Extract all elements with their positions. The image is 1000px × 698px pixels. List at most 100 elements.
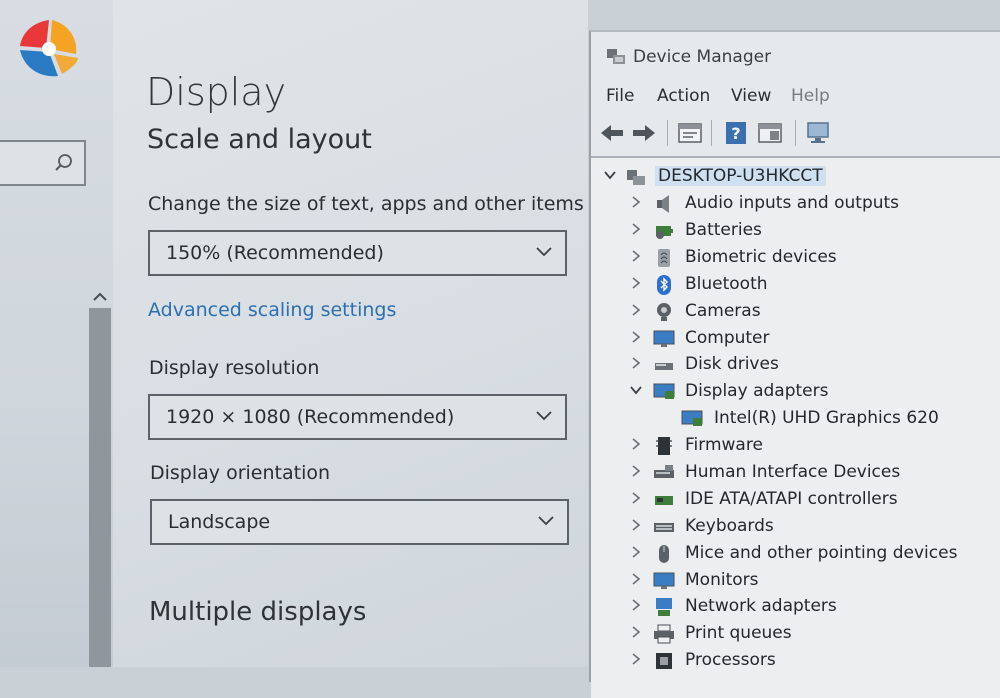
tree-root[interactable]: DESKTOP-U3HKCCT [601,164,826,190]
tree-category-item[interactable]: IDE ATA/ATAPI controllers [601,487,1000,513]
device-manager-title: Device Manager [633,47,772,67]
tree-category-item[interactable]: Network adapters [601,594,1000,620]
search-icon[interactable] [54,153,74,173]
device-manager-window: Device Manager File Action View Help ? D… [589,30,1000,698]
firmware-icon [656,437,672,455]
disk-drive-icon [655,363,673,370]
scale-dropdown-value: 150% (Recommended) [166,242,384,264]
expand-chevron-icon[interactable] [629,545,643,559]
expand-chevron-icon[interactable] [629,330,643,344]
processor-icon [656,653,672,669]
expand-chevron-icon[interactable] [629,518,643,532]
expand-chevron-icon[interactable] [629,652,643,666]
tree-category-item[interactable]: Firmware [601,433,1000,459]
camera-icon [657,303,671,321]
expand-chevron-icon[interactable] [629,572,643,586]
view-icon[interactable] [757,121,783,145]
menu-view[interactable]: View [731,86,771,106]
forward-arrow-icon[interactable] [631,121,657,145]
tree-item-label: IDE ATA/ATAPI controllers [685,489,898,509]
expand-chevron-icon[interactable] [629,598,643,612]
tree-category-item[interactable]: Audio inputs and outputs [601,191,1000,217]
tree-item-label: Disk drives [685,354,779,374]
chevron-down-icon [536,247,552,257]
tree-item-label: Monitors [685,570,759,590]
collapse-chevron-icon[interactable] [629,383,643,397]
device-manager-titlebar[interactable]: Device Manager [591,32,1000,80]
tree-category-item[interactable]: Print queues [601,621,1000,647]
expand-chevron-icon[interactable] [629,276,643,290]
mouse-icon [659,545,669,563]
battery-icon [656,226,673,239]
section-title-scale-layout: Scale and layout [147,124,372,155]
expand-chevron-icon[interactable] [603,168,617,182]
back-arrow-icon[interactable] [599,121,625,145]
tree-item-label: Keyboards [685,516,774,536]
orientation-label: Display orientation [150,462,331,484]
multiple-displays-heading: Multiple displays [149,597,367,627]
tree-category-item[interactable]: Biometric devices [601,245,1000,271]
expand-chevron-icon[interactable] [629,625,643,639]
display-adapter-icon [681,410,703,426]
monitor-scan-icon[interactable] [805,121,831,145]
menu-file[interactable]: File [606,86,634,106]
properties-icon[interactable] [677,121,703,145]
expand-chevron-icon[interactable] [629,303,643,317]
tree-item-label: Firmware [685,435,763,455]
orientation-dropdown[interactable]: Landscape [150,499,569,545]
tree-device-item[interactable]: Intel(R) UHD Graphics 620 [601,406,1000,432]
settings-search-box[interactable] [0,140,86,186]
menu-help[interactable]: Help [791,86,830,106]
expand-chevron-icon[interactable] [629,249,643,263]
ide-controller-icon [655,496,673,505]
tree-item-label: Cameras [685,301,761,321]
tree-item-label: Mice and other pointing devices [685,543,958,563]
tree-category-item[interactable]: Batteries [601,218,1000,244]
resolution-dropdown[interactable]: 1920 × 1080 (Recommended) [148,394,567,440]
tree-item-label: Batteries [685,220,762,240]
scale-label: Change the size of text, apps and other … [148,193,584,215]
expand-chevron-icon[interactable] [629,437,643,451]
tree-category-item[interactable]: Cameras [601,299,1000,325]
tree-item-label: Computer [685,328,770,348]
expand-chevron-icon[interactable] [629,356,643,370]
tree-category-item[interactable]: Processors [601,648,1000,674]
menu-action[interactable]: Action [657,86,710,106]
tree-category-item[interactable]: Keyboards [601,514,1000,540]
tree-category-item[interactable]: Human Interface Devices [601,460,1000,486]
tree-category-item[interactable]: Bluetooth [601,272,1000,298]
tree-category-item[interactable]: Computer [601,326,1000,352]
tree-category-item[interactable]: Disk drives [601,352,1000,378]
computer-icon [653,330,675,347]
advanced-scaling-link[interactable]: Advanced scaling settings [148,299,396,321]
display-settings-pane: Display Scale and layout Change the size… [113,0,588,667]
chevron-down-icon [536,411,552,421]
keyboard-icon [654,523,674,532]
tree-category-item[interactable]: Display adapters [601,379,1000,405]
scroll-up-chevron-icon[interactable] [90,288,110,306]
expand-chevron-icon[interactable] [629,491,643,505]
fingerprint-icon [658,249,670,267]
svg-text:?: ? [731,124,740,143]
scale-dropdown[interactable]: 150% (Recommended) [148,230,567,276]
monitor-icon [653,572,675,589]
tree-item-label: Biometric devices [685,247,837,267]
root-label: DESKTOP-U3HKCCT [655,166,826,186]
toolbar-separator [711,120,712,146]
network-adapter-icon [656,598,672,616]
menu-bar: File Action View Help [591,84,1000,112]
tree-item-label: Audio inputs and outputs [685,193,900,213]
expand-chevron-icon[interactable] [629,464,643,478]
expand-chevron-icon[interactable] [629,195,643,209]
expand-chevron-icon[interactable] [629,222,643,236]
help-icon[interactable]: ? [723,121,749,145]
toolbar-separator [667,120,668,146]
bluetooth-icon [657,275,671,295]
tree-item-label: Print queues [685,623,792,643]
tree-category-item[interactable]: Monitors [601,568,1000,594]
printer-icon [654,624,674,644]
page-title: Display [146,70,287,114]
nav-scrollbar[interactable] [89,308,111,667]
tree-category-item[interactable]: Mice and other pointing devices [601,541,1000,567]
tree-item-label: Human Interface Devices [685,462,901,482]
